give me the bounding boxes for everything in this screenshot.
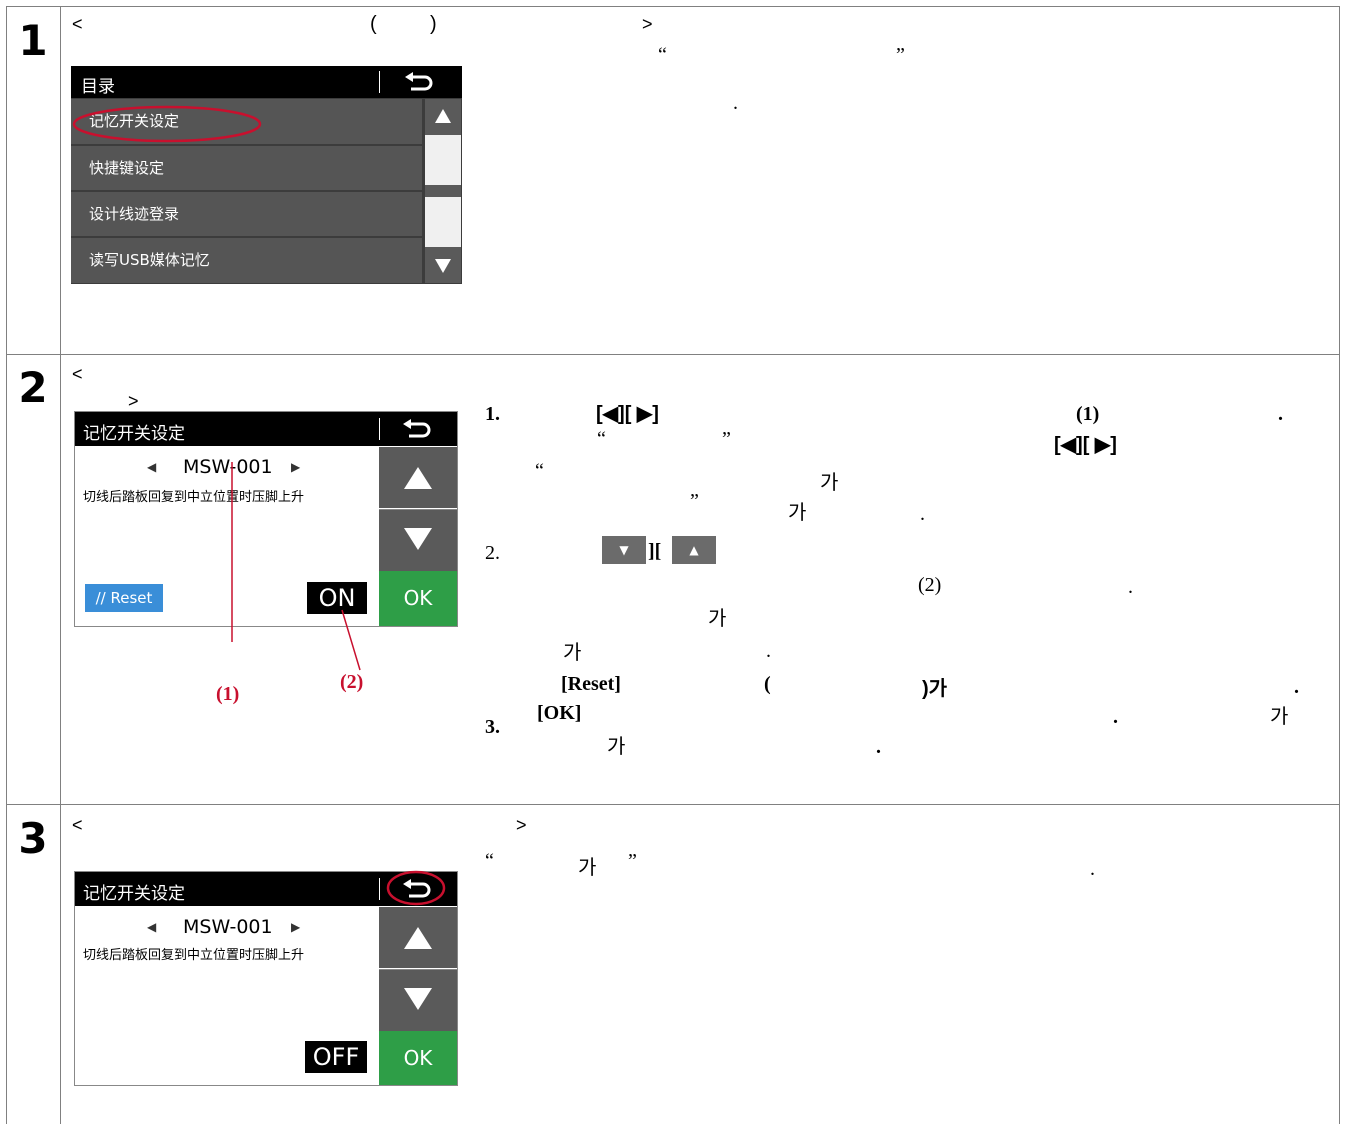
reset-label: Reset (110, 589, 153, 607)
item1-line4-period: . (920, 503, 925, 525)
prev-code-icon[interactable]: ◀ (147, 920, 156, 934)
screen2-title-divider (379, 418, 380, 440)
highlight-ellipse (72, 105, 262, 143)
step-number-1: 1 (18, 16, 48, 65)
step1-quote-open: “ (658, 44, 667, 66)
step-number-3: 3 (18, 814, 48, 863)
item3-ok: [OK] (537, 702, 582, 724)
ok-button[interactable]: OK (379, 1031, 457, 1085)
item1-quote-close: ” (722, 428, 731, 450)
step2-header-lt: < (72, 364, 83, 384)
down-key-icon: ▼ (602, 536, 646, 564)
step1-period: . (733, 92, 738, 114)
callout-2: (2) (340, 671, 364, 693)
row-divider-2 (6, 804, 1340, 805)
column-divider (60, 6, 61, 1124)
item2-paren-open: ( (764, 673, 771, 695)
setting-code: MSW-001 (183, 916, 273, 938)
table-border-right (1339, 6, 1340, 1124)
item1-line3-ga: 가 (820, 472, 839, 494)
reset-button[interactable]: // Reset (85, 584, 163, 612)
menu-item-design-stitch[interactable]: 设计线迹登录 (71, 192, 422, 236)
scrollbar[interactable] (425, 99, 461, 283)
scroll-down-button[interactable] (425, 247, 461, 283)
screen2-title: 记忆开关设定 (83, 424, 185, 444)
scroll-thumb[interactable] (425, 185, 461, 197)
item3-number: 3. (485, 716, 500, 738)
screen2-title-bar: 记忆开关设定 (75, 412, 457, 446)
row-divider-1 (6, 354, 1340, 355)
item3-period: . (1113, 706, 1118, 728)
reset-icon: // (95, 589, 106, 607)
step3-quote-close: ” (628, 850, 637, 872)
item1-line4-quote: ” (690, 490, 699, 512)
value-down-button[interactable] (379, 509, 457, 571)
item2-reset: [Reset] (561, 673, 621, 695)
ok-button[interactable]: OK (379, 571, 457, 626)
item2-line3-period: . (766, 640, 771, 662)
step1-header-lt: < (72, 14, 83, 34)
menu-screen: 目录 记忆开关设定 快捷键设定 设计线迹登录 读写USB媒体记忆 (71, 66, 462, 284)
step-number-2: 2 (18, 363, 48, 412)
value-up-button[interactable] (379, 907, 457, 968)
screen3-title-divider (379, 878, 380, 900)
back-arrow-icon[interactable] (399, 418, 435, 440)
callout-lines (231, 462, 361, 671)
toggle-value[interactable]: OFF (305, 1041, 367, 1073)
item1-keys-2: [◀][ ▶] (1054, 434, 1117, 456)
step1-quote-close: ” (896, 44, 905, 66)
item1-line4-ga: 가 (788, 502, 807, 524)
step2-header-gt: > (128, 391, 139, 411)
table-border-left (6, 6, 7, 1124)
item1-period: . (1278, 403, 1283, 425)
table-border-top (6, 6, 1340, 7)
step1-header-paren-close: ) (430, 13, 437, 35)
step3-period: . (1090, 858, 1095, 880)
menu-title: 目录 (81, 77, 115, 97)
item3-ga-2: 가 (607, 736, 626, 758)
item2-separator: ][ (648, 540, 662, 562)
item2-line3-ga: 가 (563, 642, 582, 664)
item1-line3-quote: “ (535, 460, 544, 482)
value-down-button[interactable] (379, 969, 457, 1031)
item2-paren-close-ga: )가 (922, 678, 948, 700)
step3-ga: 가 (578, 857, 597, 879)
item2-ref: (2) (918, 574, 942, 596)
back-arrow-icon[interactable] (401, 71, 437, 93)
value-up-button[interactable] (379, 447, 457, 508)
up-key-icon: ▲ (672, 536, 716, 564)
item3-ga-1: 가 (1270, 706, 1289, 728)
item2-period-2: . (1294, 676, 1299, 698)
step3-header-lt: < (72, 815, 83, 835)
step1-header-gt: > (642, 14, 653, 34)
menu-title-bar: 目录 (71, 66, 462, 98)
prev-code-icon[interactable]: ◀ (147, 460, 156, 474)
step1-header-paren-open: ( (370, 13, 377, 35)
next-code-icon[interactable]: ▶ (291, 920, 300, 934)
step3-quote-open: “ (485, 850, 494, 872)
setting-description: 切线后踏板回复到中立位置时压脚上升 (83, 948, 305, 963)
item2-line2-ga: 가 (708, 608, 727, 630)
menu-item-shortcut-keys[interactable]: 快捷键设定 (71, 146, 422, 190)
callout-1: (1) (216, 683, 240, 705)
item3-period-2: . (876, 736, 881, 758)
step3-header-gt: > (516, 815, 527, 835)
menu-item-usb-memory[interactable]: 读写USB媒体记忆 (71, 238, 422, 283)
item2-number: 2. (485, 542, 500, 564)
item2-period: . (1128, 576, 1133, 598)
title-divider (379, 71, 380, 93)
item1-quote-open: “ (597, 428, 606, 450)
back-button-highlight (386, 870, 446, 906)
item1-number: 1. (485, 403, 500, 425)
item1-keys: [◀][ ▶] (596, 403, 659, 425)
scroll-up-button[interactable] (425, 99, 461, 135)
screen3-title: 记忆开关设定 (83, 884, 185, 904)
item1-ref: (1) (1076, 403, 1100, 425)
